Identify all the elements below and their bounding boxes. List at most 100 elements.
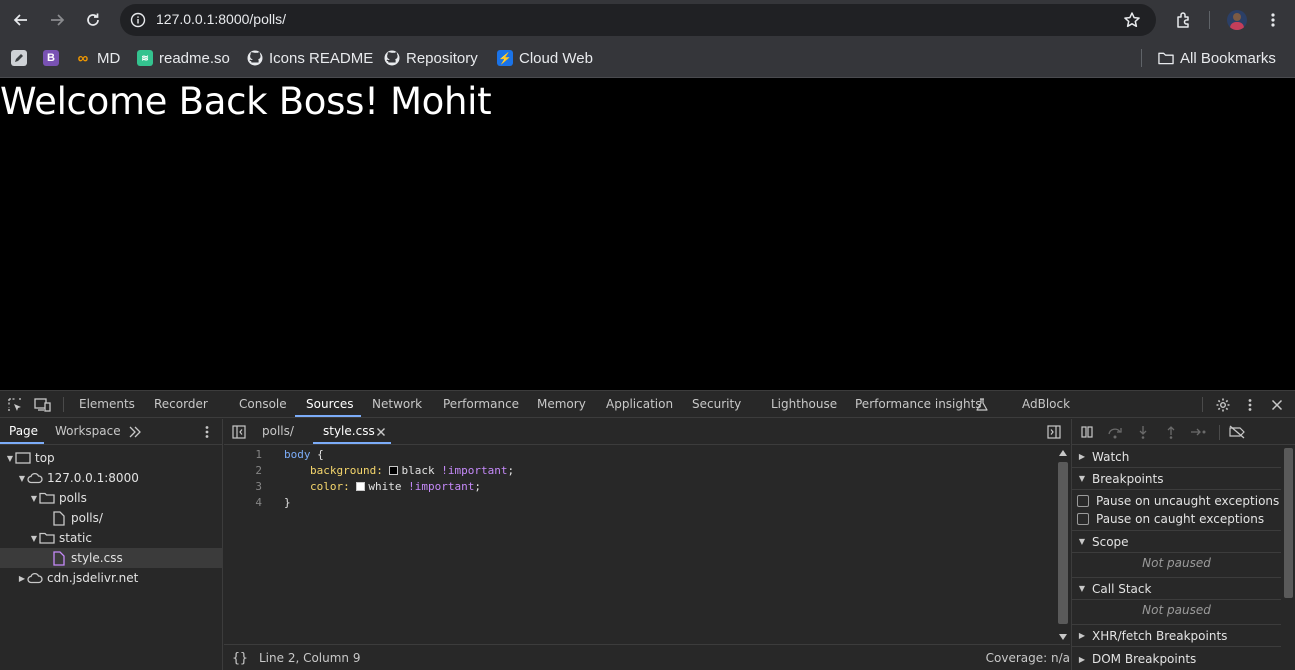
editor-scrollbar[interactable] — [1056, 446, 1070, 644]
bookmark-icons-readme[interactable]: Icons README — [247, 48, 373, 68]
pause-icon[interactable] — [1077, 422, 1097, 442]
bookmark-cloud-web[interactable]: ⚡ Cloud Web — [497, 48, 593, 68]
reload-icon[interactable] — [79, 6, 107, 34]
section-dom-breakpoints[interactable]: ▶ DOM Breakpoints — [1072, 648, 1281, 670]
color-swatch-black[interactable] — [389, 466, 399, 475]
section-xhr-breakpoints[interactable]: ▶ XHR/fetch Breakpoints — [1072, 625, 1281, 647]
debugger-toolbar — [1072, 419, 1295, 445]
step-over-icon[interactable] — [1105, 422, 1125, 442]
tree-item-style-css[interactable]: style.css — [0, 548, 223, 568]
debugger-scrollbar[interactable] — [1281, 446, 1295, 670]
editor-tab-polls[interactable]: polls/ — [262, 419, 294, 445]
checkbox-label: Pause on uncaught exceptions — [1096, 494, 1280, 508]
checkbox[interactable] — [1077, 495, 1089, 507]
close-devtools-icon[interactable] — [1267, 395, 1287, 415]
settings-gear-icon[interactable] — [1213, 395, 1233, 415]
editor-scroll-thumb[interactable] — [1058, 462, 1068, 624]
section-call-stack[interactable]: ▼ Call Stack — [1072, 578, 1281, 600]
scroll-up-icon[interactable] — [1059, 450, 1067, 456]
device-toolbar-icon[interactable] — [33, 395, 53, 415]
pause-caught-checkbox[interactable]: Pause on caught exceptions — [1077, 510, 1264, 528]
section-title: Breakpoints — [1092, 471, 1164, 486]
tab-memory[interactable]: Memory — [537, 391, 586, 418]
code-brace: } — [284, 496, 291, 509]
section-scope[interactable]: ▼ Scope — [1072, 531, 1281, 553]
code-semicolon: ; — [474, 480, 481, 493]
toggle-debugger-icon[interactable] — [1044, 422, 1064, 442]
tab-console[interactable]: Console — [239, 391, 287, 418]
forward-icon[interactable] — [43, 6, 71, 34]
tree-item-polls-folder[interactable]: ▼ polls — [0, 488, 223, 508]
tab-network[interactable]: Network — [372, 391, 422, 418]
step-out-icon[interactable] — [1161, 422, 1181, 442]
tab-elements[interactable]: Elements — [79, 391, 135, 418]
tree-item-top[interactable]: ▼ top — [0, 448, 223, 468]
step-icon[interactable] — [1189, 422, 1209, 442]
inspect-element-icon[interactable] — [5, 395, 25, 415]
pretty-print-icon[interactable]: {} — [230, 648, 250, 668]
tab-lighthouse[interactable]: Lighthouse — [771, 391, 837, 418]
source-editor: polls/ style.css 1 2 3 4 body { backgrou… — [224, 419, 1070, 670]
page-viewport: Welcome Back Boss! Mohit — [0, 78, 1295, 390]
site-info-icon[interactable] — [128, 10, 148, 30]
code-line-1: body { — [284, 448, 324, 461]
browser-menu-icon[interactable] — [1259, 6, 1287, 34]
debugger-scroll-thumb[interactable] — [1284, 448, 1293, 598]
tab-sources[interactable]: Sources — [306, 391, 353, 418]
tab-application[interactable]: Application — [606, 391, 673, 418]
tree-item-label: static — [59, 531, 92, 545]
bookmark-readme[interactable]: ≋ readme.so — [137, 48, 230, 68]
file-icon — [51, 510, 67, 526]
bookmark-icons-readme-label: Icons README — [269, 49, 374, 67]
scroll-down-icon[interactable] — [1059, 634, 1067, 640]
bookmark-bootstrap[interactable]: B — [43, 48, 59, 68]
color-swatch-white[interactable] — [356, 482, 366, 491]
tab-adblock[interactable]: AdBlock — [1022, 391, 1070, 418]
expand-arrow-icon[interactable]: ▼ — [29, 494, 39, 503]
folder-icon — [39, 530, 55, 546]
close-tab-icon[interactable] — [371, 422, 391, 442]
back-icon[interactable] — [7, 6, 35, 34]
tab-performance-insights[interactable]: Performance insights — [855, 391, 982, 418]
devtools-menu-icon[interactable] — [1240, 395, 1260, 415]
bookmark-star-icon[interactable] — [1122, 10, 1142, 30]
collapse-arrow-icon[interactable]: ▶ — [17, 574, 27, 583]
section-breakpoints[interactable]: ▼ Breakpoints — [1072, 468, 1281, 490]
nav-tab-workspace[interactable]: Workspace — [55, 419, 121, 445]
all-bookmarks-button[interactable]: All Bookmarks — [1158, 48, 1276, 68]
pause-uncaught-checkbox[interactable]: Pause on uncaught exceptions — [1077, 492, 1279, 510]
editor-status-bar: {} Line 2, Column 9 Coverage: n/a — [224, 644, 1070, 670]
section-watch[interactable]: ▶ Watch — [1072, 446, 1281, 468]
tree-item-localhost[interactable]: ▼ 127.0.0.1:8000 — [0, 468, 223, 488]
expand-arrow-icon[interactable]: ▼ — [5, 454, 15, 463]
step-into-icon[interactable] — [1133, 422, 1153, 442]
checkbox[interactable] — [1077, 513, 1089, 525]
bookmark-repository[interactable]: Repository — [384, 48, 478, 68]
sources-navigator: Page Workspace ▼ top ▼ 127.0.0.1:8000 ▼ … — [0, 419, 223, 670]
tree-item-cdn[interactable]: ▶ cdn.jsdelivr.net — [0, 568, 223, 588]
code-line-2: background: black !important; — [310, 464, 514, 477]
tab-security[interactable]: Security — [692, 391, 741, 418]
tree-item-polls-file[interactable]: polls/ — [0, 508, 223, 528]
code-area[interactable]: 1 2 3 4 body { background: black !import… — [224, 446, 1056, 644]
bookmark-edit[interactable] — [11, 48, 27, 68]
cursor-position: Line 2, Column 9 — [259, 651, 361, 665]
css-important: !important — [441, 464, 508, 477]
more-tabs-icon[interactable] — [125, 422, 145, 442]
expand-arrow-icon[interactable]: ▼ — [17, 474, 27, 483]
coverage-status: Coverage: n/a — [985, 651, 1070, 665]
expand-arrow-icon: ▼ — [1078, 537, 1086, 546]
navigator-menu-icon[interactable] — [197, 422, 217, 442]
extensions-icon[interactable] — [1170, 6, 1198, 34]
tab-performance[interactable]: Performance — [443, 391, 519, 418]
line-number: 4 — [255, 496, 262, 509]
profile-avatar[interactable] — [1223, 6, 1251, 34]
deactivate-breakpoints-icon[interactable] — [1227, 422, 1247, 442]
expand-arrow-icon[interactable]: ▼ — [29, 534, 39, 543]
checkbox-label: Pause on caught exceptions — [1096, 512, 1265, 526]
tree-item-static-folder[interactable]: ▼ static — [0, 528, 223, 548]
address-bar[interactable]: 127.0.0.1:8000/polls/ — [120, 4, 1156, 36]
toggle-navigator-icon[interactable] — [229, 422, 249, 442]
bookmark-md[interactable]: ∞ MD — [75, 48, 121, 68]
tab-recorder[interactable]: Recorder — [154, 391, 208, 418]
